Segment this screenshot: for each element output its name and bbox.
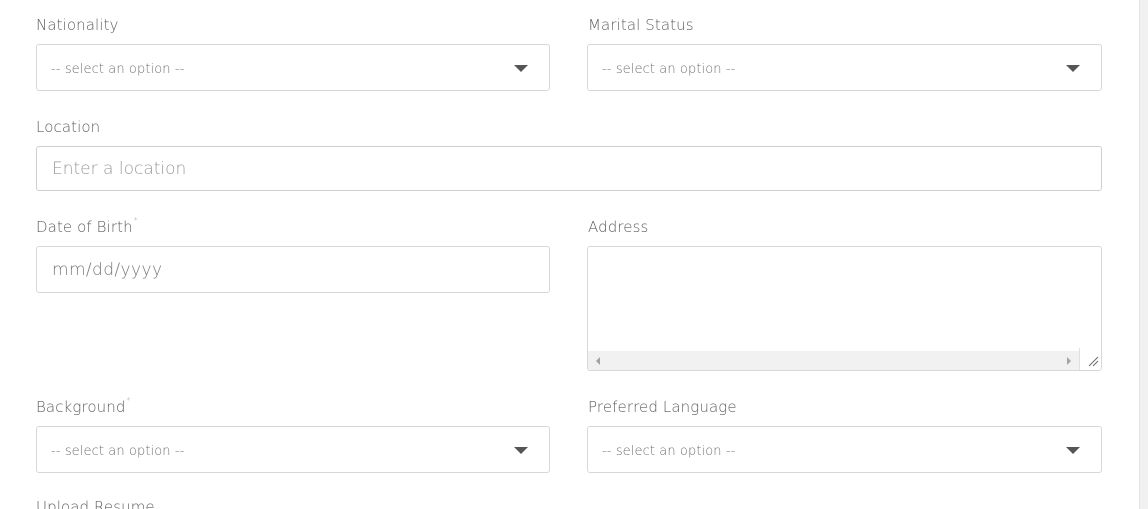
date-of-birth-placeholder: mm/dd/yyyy (52, 260, 163, 280)
resize-grip-icon (1088, 356, 1099, 367)
address-textarea[interactable] (587, 246, 1102, 371)
date-of-birth-label-text: Date of Birth (36, 218, 133, 236)
caret-down-icon (1066, 447, 1080, 454)
location-input[interactable]: Enter a location (36, 146, 1102, 191)
nationality-label: Nationality (36, 16, 119, 34)
caret-down-icon (514, 65, 528, 72)
nationality-select-value: -- select an option -- (51, 62, 185, 77)
required-marker: * (133, 216, 138, 225)
marital-status-select[interactable]: -- select an option -- (587, 44, 1102, 91)
address-label-text: Address (588, 218, 649, 236)
resize-grip[interactable] (1079, 348, 1101, 370)
upload-resume-label: Upload Resume (36, 498, 155, 509)
address-horizontal-scrollbar[interactable] (588, 351, 1079, 370)
profile-form-page: Nationality -- select an option -- Marit… (0, 0, 1148, 509)
nationality-label-text: Nationality (36, 16, 119, 34)
caret-down-icon (1066, 65, 1080, 72)
upload-resume-label-text: Upload Resume (36, 498, 155, 509)
marital-status-select-value: -- select an option -- (602, 62, 736, 77)
location-input-placeholder: Enter a location (52, 159, 187, 179)
location-label-text: Location (36, 118, 101, 136)
scroll-right-arrow-icon[interactable] (1067, 357, 1071, 365)
scroll-left-arrow-icon[interactable] (596, 357, 600, 365)
location-label: Location (36, 118, 100, 136)
preferred-language-label: Preferred Language (588, 398, 737, 416)
caret-down-icon (514, 447, 528, 454)
required-marker: * (126, 396, 131, 405)
background-select-value: -- select an option -- (51, 444, 185, 459)
background-select[interactable]: -- select an option -- (36, 426, 550, 473)
marital-status-label: Marital Status (588, 16, 694, 34)
date-of-birth-input[interactable]: mm/dd/yyyy (36, 246, 550, 293)
preferred-language-select-value: -- select an option -- (602, 444, 736, 459)
address-label: Address (588, 218, 648, 236)
marital-status-label-text: Marital Status (588, 16, 694, 34)
page-scrollbar[interactable] (1139, 0, 1148, 509)
background-label-text: Background (36, 398, 126, 416)
background-label: Background* (36, 396, 131, 416)
preferred-language-select[interactable]: -- select an option -- (587, 426, 1102, 473)
date-of-birth-label: Date of Birth* (36, 216, 138, 236)
preferred-language-label-text: Preferred Language (588, 398, 737, 416)
nationality-select[interactable]: -- select an option -- (36, 44, 550, 91)
